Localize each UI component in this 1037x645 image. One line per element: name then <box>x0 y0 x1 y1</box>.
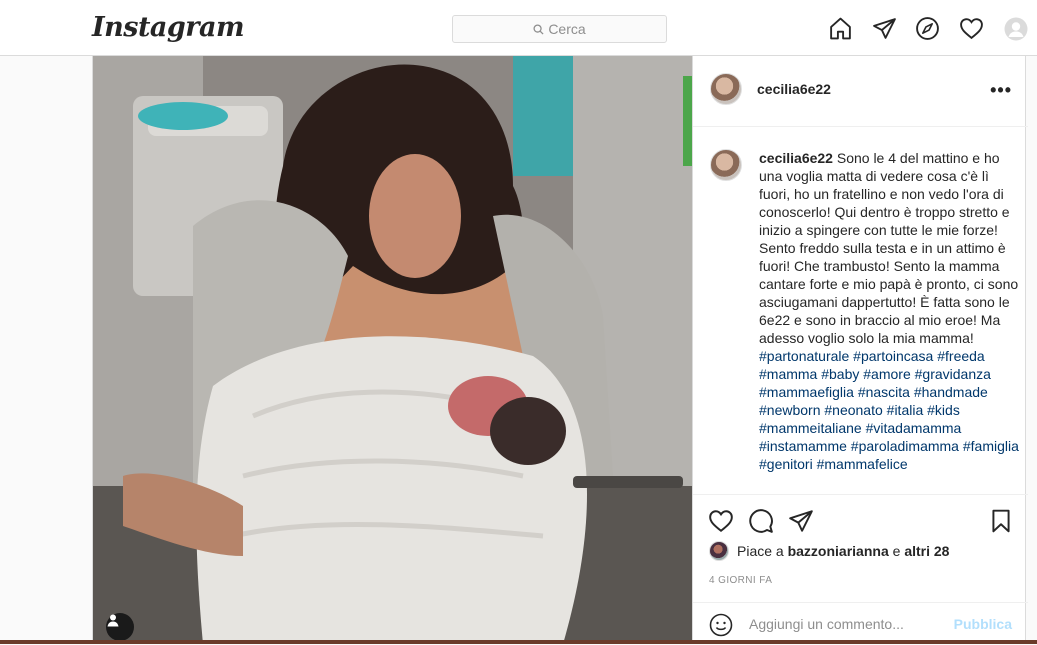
comment-form: Aggiungi un commento... Pubblica <box>693 602 1028 645</box>
comment-icon[interactable] <box>748 508 774 534</box>
author-username[interactable]: cecilia6e22 <box>757 81 831 97</box>
comment-input[interactable]: Aggiungi un commento... <box>749 616 904 632</box>
post-actions: Piace a bazzoniarianna e altri 28 4 GIOR… <box>693 494 1028 644</box>
top-navigation-bar: Instagram Cerca <box>0 0 1037 56</box>
like-heart-icon[interactable] <box>708 508 734 534</box>
instagram-logo[interactable]: Instagram <box>92 12 245 43</box>
post-sidebar: cecilia6e22 ••• cecilia6e22 Sono le 4 de… <box>692 56 1028 644</box>
caption-hashtags[interactable]: #partonaturale #partoincasa #freeda #mam… <box>759 348 1019 472</box>
home-icon[interactable] <box>828 16 853 41</box>
liker-avatar[interactable] <box>709 541 729 561</box>
post-card: cecilia6e22 ••• cecilia6e22 Sono le 4 de… <box>92 56 1028 644</box>
more-options-icon[interactable]: ••• <box>990 80 1012 101</box>
emoji-icon[interactable] <box>709 613 733 637</box>
post-header: cecilia6e22 ••• <box>693 56 1028 127</box>
save-bookmark-icon[interactable] <box>988 508 1014 534</box>
likes-and: e <box>892 543 901 559</box>
caption-text: Sono le 4 del mattino e ho una voglia ma… <box>759 150 1019 346</box>
publish-button[interactable]: Pubblica <box>954 616 1012 632</box>
background-strip <box>0 640 1037 644</box>
search-placeholder: Cerca <box>548 21 586 37</box>
search-icon <box>533 23 544 35</box>
likes-prefix: Piace a <box>737 543 784 559</box>
caption-username[interactable]: cecilia6e22 <box>759 150 833 166</box>
search-input[interactable]: Cerca <box>452 15 667 43</box>
post-caption: cecilia6e22 Sono le 4 del mattino e ho u… <box>759 149 1021 473</box>
share-icon[interactable] <box>788 508 814 534</box>
post-timestamp[interactable]: 4 GIORNI FA <box>709 575 772 586</box>
likes-summary: Piace a bazzoniarianna e altri 28 <box>709 541 949 561</box>
post-photo[interactable] <box>93 56 692 644</box>
likes-others-link[interactable]: altri 28 <box>904 543 949 559</box>
profile-avatar[interactable] <box>1004 17 1028 41</box>
author-avatar[interactable] <box>710 73 742 105</box>
liked-by-username[interactable]: bazzoniarianna <box>788 543 889 559</box>
direct-icon[interactable] <box>872 16 897 41</box>
user-icon <box>107 614 119 627</box>
explore-icon[interactable] <box>915 16 940 41</box>
tagged-users-button[interactable] <box>106 613 134 641</box>
activity-heart-icon[interactable] <box>959 16 984 41</box>
caption-avatar[interactable] <box>710 149 742 181</box>
post-image-illustration <box>93 56 692 644</box>
